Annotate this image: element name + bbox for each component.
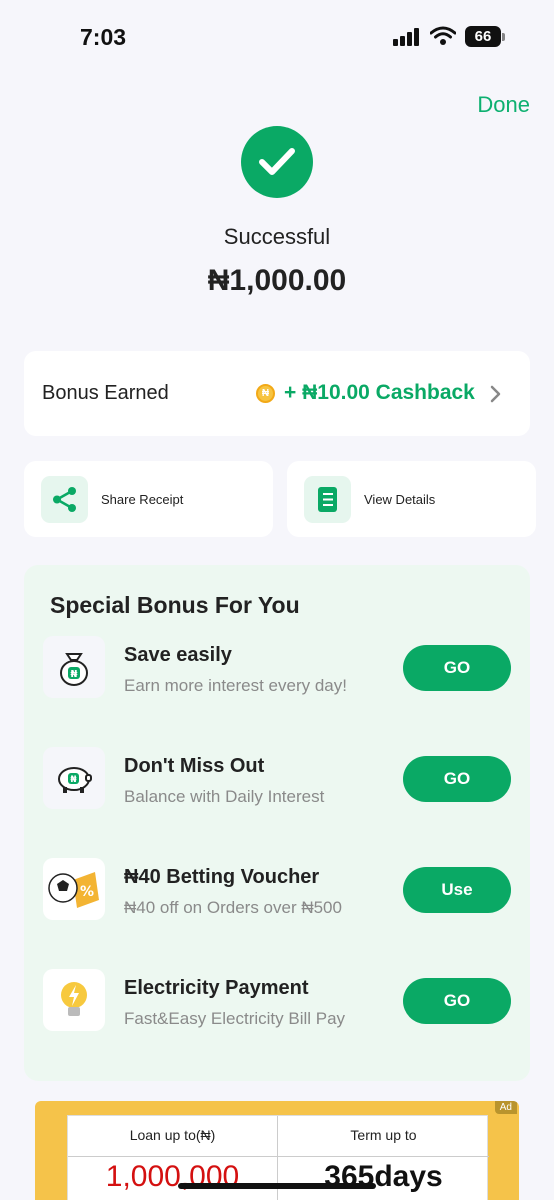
- offer-subtitle: Balance with Daily Interest: [124, 787, 325, 806]
- ad-divider: [68, 1156, 489, 1157]
- transaction-amount: ₦1,000.00: [207, 264, 347, 297]
- battery-tip: [502, 33, 505, 41]
- share-receipt-button[interactable]: Share Receipt: [24, 461, 273, 537]
- betting-voucher-use-button[interactable]: Use: [403, 867, 511, 913]
- loan-header: Loan up to(₦): [129, 1127, 216, 1143]
- offer-title: ₦40 Betting Voucher: [124, 866, 320, 888]
- view-details-label: View Details: [364, 492, 436, 507]
- offer-item: Electricity Payment Fast&Easy Electricit…: [24, 969, 530, 1049]
- success-check-icon: [241, 126, 313, 198]
- soccer-voucher-icon: %: [43, 858, 105, 920]
- special-bonus-section: Special Bonus For You ₦ Save easily Earn…: [24, 565, 530, 1081]
- done-button[interactable]: Done: [477, 92, 530, 118]
- piggy-bank-icon: ₦: [43, 747, 105, 809]
- status-time: 7:03: [80, 24, 127, 50]
- save-easily-go-button[interactable]: GO: [403, 645, 511, 691]
- bonus-label: Bonus Earned: [42, 382, 169, 404]
- offer-subtitle: ₦40 off on Orders over ₦500: [124, 898, 342, 917]
- electricity-go-button[interactable]: GO: [403, 978, 511, 1024]
- share-icon: [41, 476, 88, 523]
- light-bulb-icon: [43, 969, 105, 1031]
- offer-item: ₦ Save easily Earn more interest every d…: [24, 636, 530, 716]
- battery-icon: 66: [465, 26, 501, 47]
- share-receipt-label: Share Receipt: [101, 492, 184, 507]
- status-bar: 7:03 66: [0, 0, 554, 70]
- coin-icon: ₦: [256, 384, 275, 403]
- offer-item: ₦ Don't Miss Out Balance with Daily Inte…: [24, 747, 530, 827]
- bonus-earned-card[interactable]: Bonus Earned ₦ + ₦10.00 Cashback: [24, 351, 530, 436]
- svg-text:%: %: [80, 884, 94, 900]
- home-indicator[interactable]: [178, 1183, 376, 1189]
- offer-title: Save easily: [124, 644, 232, 666]
- offer-subtitle: Fast&Easy Electricity Bill Pay: [124, 1009, 346, 1028]
- ad-tag: Ad: [494, 1101, 517, 1114]
- term-header: Term up to: [350, 1127, 417, 1143]
- svg-text:₦: ₦: [71, 669, 78, 680]
- offer-title: Don't Miss Out: [124, 755, 265, 777]
- offer-item: % ₦40 Betting Voucher ₦40 off on Orders …: [24, 858, 530, 938]
- offer-title: Electricity Payment: [124, 977, 309, 999]
- offer-subtitle: Earn more interest every day!: [124, 676, 347, 695]
- special-bonus-title: Special Bonus For You: [50, 592, 300, 618]
- success-title: Successful: [223, 224, 331, 249]
- dont-miss-out-go-button[interactable]: GO: [403, 756, 511, 802]
- chevron-right-icon: [490, 385, 501, 403]
- cashback-amount: + ₦10.00 Cashback: [284, 381, 475, 404]
- signal-icon: [393, 28, 421, 46]
- view-details-button[interactable]: View Details: [287, 461, 536, 537]
- money-bag-icon: ₦: [43, 636, 105, 698]
- wifi-icon: [430, 26, 456, 45]
- svg-text:₦: ₦: [70, 775, 77, 785]
- details-icon: [304, 476, 351, 523]
